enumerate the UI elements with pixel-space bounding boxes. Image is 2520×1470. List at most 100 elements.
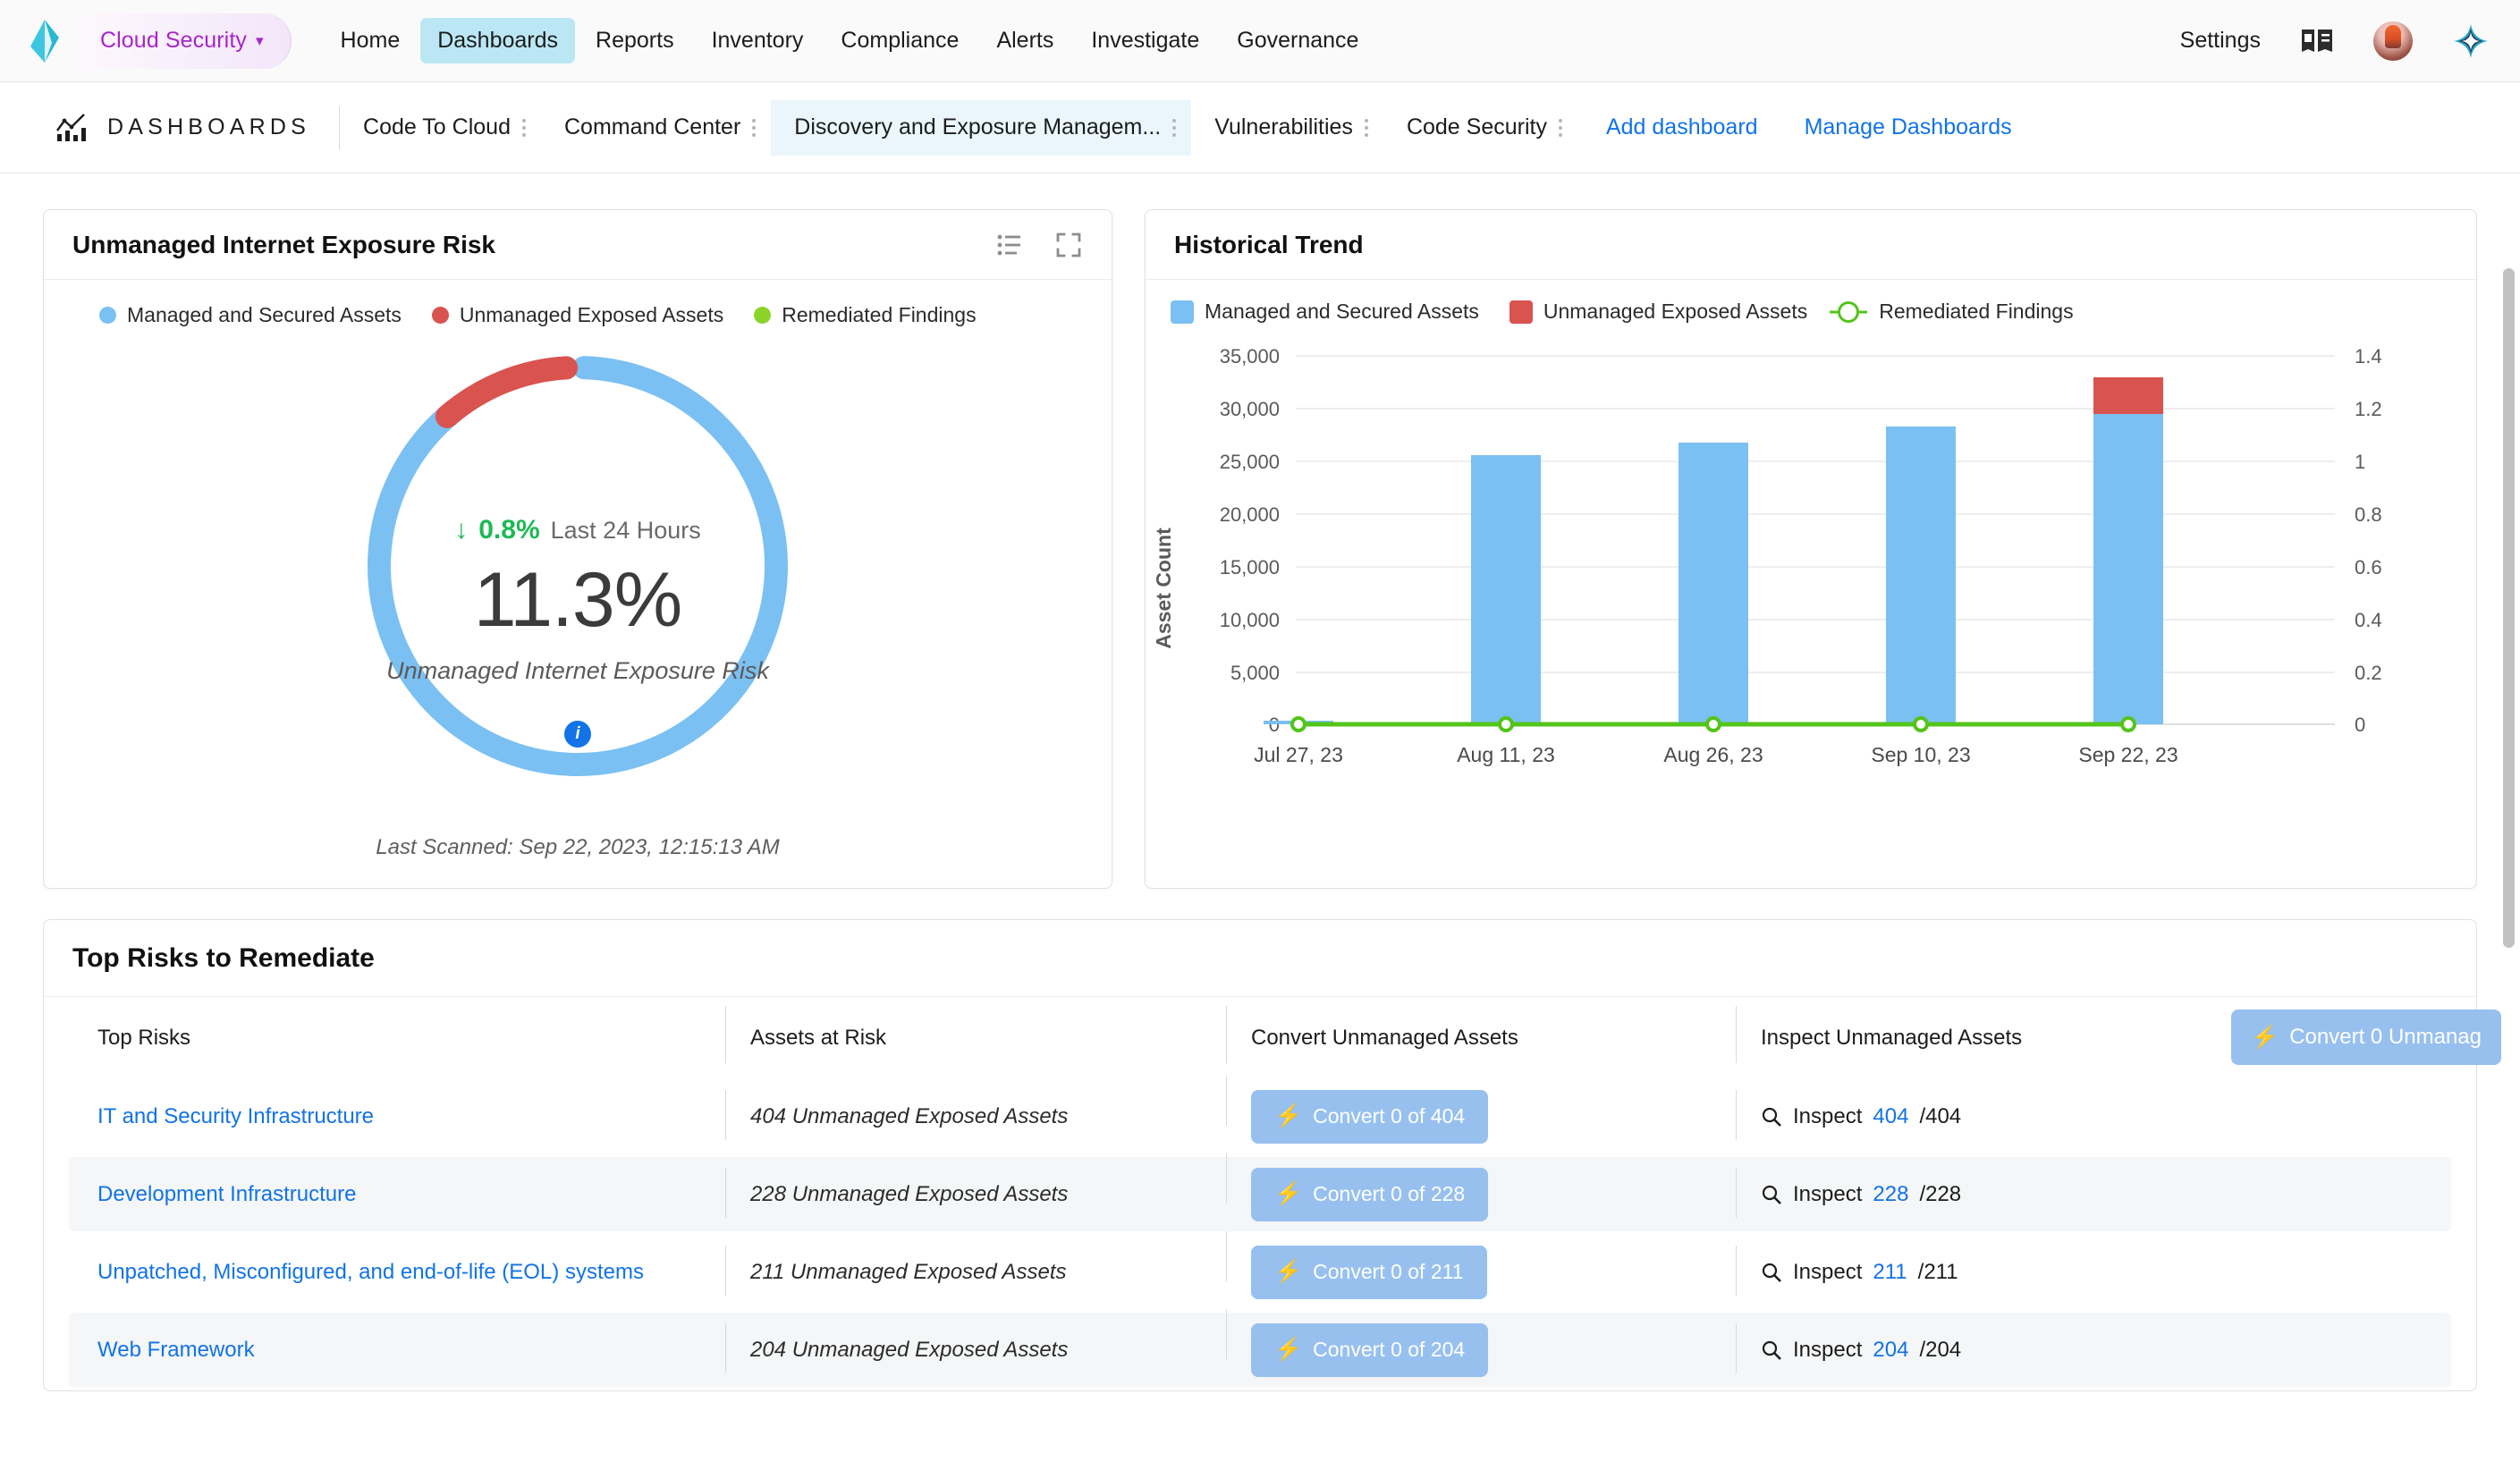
svg-text:1.4: 1.4 bbox=[2355, 345, 2382, 368]
inspect-prefix: Inspect bbox=[1793, 1338, 1862, 1363]
svg-text:0: 0 bbox=[2355, 714, 2365, 736]
brand-logo-icon[interactable] bbox=[25, 20, 64, 63]
bulk-convert-button[interactable]: ⚡ Convert 0 Unmanag bbox=[2231, 1010, 2501, 1065]
inspect-count: 404 bbox=[1873, 1104, 1908, 1129]
avatar[interactable] bbox=[2373, 21, 2413, 61]
convert-button[interactable]: ⚡ Convert 0 of 211 bbox=[1251, 1246, 1487, 1299]
table-row[interactable]: Unpatched, Misconfigured, and end-of-lif… bbox=[69, 1235, 2451, 1309]
nav-item-dashboards[interactable]: Dashboards bbox=[420, 18, 575, 63]
inspect-count: 228 bbox=[1873, 1182, 1908, 1207]
page-scrollbar[interactable] bbox=[2503, 268, 2515, 948]
inspect-action[interactable]: Inspect 228/228 bbox=[1761, 1182, 1961, 1207]
legend-color-dot bbox=[99, 307, 116, 324]
convert-button[interactable]: ⚡ Convert 0 of 404 bbox=[1251, 1090, 1488, 1144]
svg-text:Sep 22, 23: Sep 22, 23 bbox=[2078, 743, 2178, 766]
convert-label: Convert 0 of 211 bbox=[1313, 1260, 1463, 1284]
legend-item-remediated-findings[interactable]: Remediated Findings bbox=[1838, 300, 2073, 324]
legend-item-managed-and-secured-assets[interactable]: Managed and Secured Assets bbox=[1171, 300, 1479, 324]
dashboard-tab-discovery-and-exposure-management[interactable]: Discovery and Exposure Managem... bbox=[771, 100, 1191, 156]
settings-link[interactable]: Settings bbox=[2180, 28, 2261, 54]
risk-link[interactable]: Web Framework bbox=[97, 1338, 255, 1363]
widget-header: Unmanaged Internet Exposure Risk bbox=[44, 210, 1112, 280]
legend-label: Unmanaged Exposed Assets bbox=[460, 303, 723, 327]
legend-color-square bbox=[1171, 300, 1194, 324]
dashboard-tab-vulnerabilities[interactable]: Vulnerabilities bbox=[1191, 100, 1383, 156]
inspect-prefix: Inspect bbox=[1793, 1260, 1862, 1285]
svg-text:0.2: 0.2 bbox=[2355, 662, 2382, 684]
tab-menu-icon[interactable] bbox=[1547, 119, 1574, 137]
historical-trend-chart-svg: Asset Count 35,000 30,000 25,000 20,000 … bbox=[1146, 329, 2469, 830]
column-header-convert-unmanaged-assets[interactable]: Convert Unmanaged Assets bbox=[1226, 1026, 1736, 1051]
legend-ring-marker bbox=[1838, 301, 1859, 323]
nav-item-investigate[interactable]: Investigate bbox=[1074, 18, 1216, 63]
tab-menu-icon[interactable] bbox=[511, 119, 537, 137]
primary-metric-value: 11.3% bbox=[336, 556, 819, 645]
dashboard-tab-code-security[interactable]: Code Security bbox=[1383, 100, 1577, 156]
nav-item-reports[interactable]: Reports bbox=[579, 18, 691, 63]
nav-item-inventory[interactable]: Inventory bbox=[695, 18, 821, 63]
column-header-top-risks[interactable]: Top Risks bbox=[72, 1026, 725, 1051]
column-header-inspect-unmanaged-assets[interactable]: Inspect Unmanaged Assets bbox=[1736, 1026, 2290, 1051]
dashboard-tab-code-to-cloud[interactable]: Code To Cloud bbox=[340, 100, 541, 156]
tab-menu-icon[interactable] bbox=[1161, 119, 1188, 137]
bolt-icon: ⚡ bbox=[1274, 1183, 1302, 1205]
manage-dashboards-link[interactable]: Manage Dashboards bbox=[1805, 114, 2012, 140]
info-icon[interactable]: i bbox=[564, 721, 591, 748]
svg-text:Aug 26, 23: Aug 26, 23 bbox=[1663, 743, 1763, 766]
nav-item-compliance[interactable]: Compliance bbox=[824, 18, 976, 63]
risk-link[interactable]: Unpatched, Misconfigured, and end-of-lif… bbox=[97, 1260, 644, 1285]
legend-item-unmanaged-exposed-assets[interactable]: Unmanaged Exposed Assets bbox=[432, 303, 723, 327]
svg-text:1: 1 bbox=[2355, 451, 2365, 473]
widget-title: Historical Trend bbox=[1174, 231, 1364, 259]
legend-item-remediated-findings[interactable]: Remediated Findings bbox=[754, 303, 976, 327]
dashboard-tab-command-center[interactable]: Command Center bbox=[541, 100, 771, 156]
risk-link[interactable]: IT and Security Infrastructure bbox=[97, 1104, 374, 1129]
delta-value: 0.8% bbox=[478, 515, 539, 545]
book-icon[interactable] bbox=[2300, 27, 2334, 55]
svg-text:5,000: 5,000 bbox=[1230, 662, 1280, 684]
legend-label: Managed and Secured Assets bbox=[1205, 300, 1479, 324]
convert-button[interactable]: ⚡ Convert 0 of 228 bbox=[1251, 1168, 1488, 1221]
risk-link[interactable]: Development Infrastructure bbox=[97, 1182, 356, 1207]
nav-item-home[interactable]: Home bbox=[324, 18, 418, 63]
tenant-selector[interactable]: Cloud Security ▾ bbox=[77, 13, 292, 69]
unmanaged-internet-exposure-risk-widget: Unmanaged Internet Exposure Risk Managed… bbox=[43, 209, 1112, 889]
convert-label: Convert 0 of 204 bbox=[1313, 1338, 1465, 1362]
top-risks-to-remediate-widget: Top Risks to Remediate Top Risks Assets … bbox=[43, 919, 2477, 1391]
svg-text:Aug 11, 23: Aug 11, 23 bbox=[1457, 743, 1555, 766]
table-row[interactable]: Development Infrastructure 228 Unmanaged… bbox=[69, 1157, 2451, 1231]
svg-text:0.8: 0.8 bbox=[2355, 503, 2382, 526]
inspect-action[interactable]: Inspect 211/211 bbox=[1761, 1260, 1958, 1285]
x-axis-ticks: Jul 27, 23 Aug 11, 23 Aug 26, 23 Sep 10,… bbox=[1254, 743, 2178, 766]
tab-menu-icon[interactable] bbox=[1353, 119, 1380, 137]
convert-button[interactable]: ⚡ Convert 0 of 204 bbox=[1251, 1323, 1488, 1377]
table-row[interactable]: IT and Security Infrastructure 404 Unman… bbox=[69, 1079, 2451, 1153]
tab-menu-icon[interactable] bbox=[740, 119, 767, 137]
svg-text:20,000: 20,000 bbox=[1220, 503, 1280, 526]
inspect-action[interactable]: Inspect 404/404 bbox=[1761, 1104, 1961, 1129]
convert-label: Convert 0 of 228 bbox=[1313, 1182, 1465, 1206]
list-view-icon[interactable] bbox=[997, 232, 1022, 258]
arrow-down-icon: ↓ bbox=[454, 517, 468, 544]
widget-header-actions bbox=[997, 232, 1081, 258]
tab-label: Code Security bbox=[1407, 114, 1547, 140]
svg-text:Jul 27, 23: Jul 27, 23 bbox=[1254, 743, 1343, 766]
column-header-assets-at-risk[interactable]: Assets at Risk bbox=[725, 1026, 1226, 1051]
inspect-action[interactable]: Inspect 204/204 bbox=[1761, 1338, 1961, 1363]
spark-icon[interactable] bbox=[2452, 22, 2490, 60]
table-row[interactable]: Web Framework 204 Unmanaged Exposed Asse… bbox=[69, 1313, 2451, 1387]
bar-sep-22-managed bbox=[2093, 414, 2163, 724]
nav-item-governance[interactable]: Governance bbox=[1220, 18, 1375, 63]
legend-item-managed-and-secured-assets[interactable]: Managed and Secured Assets bbox=[99, 303, 402, 327]
bar-sep-22-unmanaged bbox=[2093, 377, 2163, 414]
legend-item-unmanaged-exposed-assets[interactable]: Unmanaged Exposed Assets bbox=[1509, 300, 1807, 324]
search-icon bbox=[1761, 1262, 1782, 1283]
tab-label: Command Center bbox=[564, 114, 740, 140]
nav-item-alerts[interactable]: Alerts bbox=[979, 18, 1070, 63]
assets-at-risk-value: 211 Unmanaged Exposed Assets bbox=[750, 1260, 1067, 1285]
y-axis-title: Asset Count bbox=[1152, 528, 1175, 649]
assets-at-risk-value: 204 Unmanaged Exposed Assets bbox=[750, 1338, 1068, 1363]
expand-fullscreen-icon[interactable] bbox=[1056, 232, 1081, 258]
add-dashboard-link[interactable]: Add dashboard bbox=[1606, 114, 1758, 140]
tab-label: Discovery and Exposure Managem... bbox=[794, 114, 1161, 140]
